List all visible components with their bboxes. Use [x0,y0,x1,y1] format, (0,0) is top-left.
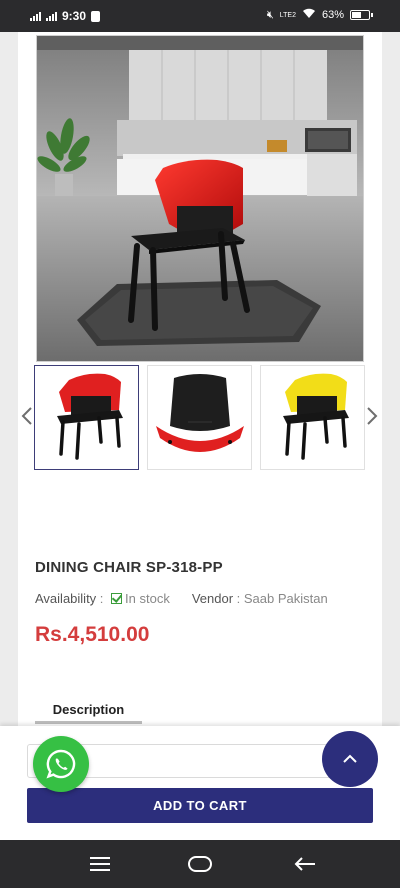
battery-icon [350,10,373,20]
scroll-to-top-button[interactable] [322,731,378,787]
whatsapp-icon [46,749,76,779]
status-time: 9:30 [62,9,87,23]
availability-separator: : [96,591,108,606]
whatsapp-button[interactable] [33,736,89,792]
product-info: DINING CHAIR SP-318-PP Availability : In… [18,32,382,732]
signal-icon-2 [46,11,57,21]
product-title: DINING CHAIR SP-318-PP [35,559,223,576]
vendor-label: Vendor [191,591,234,606]
add-to-cart-button[interactable]: ADD TO CART [27,788,373,823]
tab-description[interactable]: Description [35,702,142,724]
battery-percent: 63% [321,9,344,21]
status-bar: 9:30 🔇︎ LTE2 63% [0,0,400,32]
signal-icon [30,11,41,21]
check-icon [111,593,123,604]
vendor-value[interactable]: Saab Pakistan [244,591,328,606]
notification-icon [91,10,101,22]
network-label: LTE2 [279,11,296,19]
home-icon[interactable] [185,852,215,876]
back-icon[interactable] [290,852,320,876]
product-price: Rs.4,510.00 [35,623,150,646]
wifi-icon [302,8,316,22]
availability-row: Availability : In stock Vendor : Saab Pa… [35,591,328,606]
vendor-separator: : [233,591,244,606]
status-left: 9:30 [30,9,101,23]
battery-fill [352,12,362,18]
status-right: 🔇︎ LTE2 63% [266,8,373,22]
availability-label: Availability [35,591,97,606]
availability-value: In stock [125,591,170,606]
mute-icon: 🔇︎ [266,8,274,21]
chevron-up-icon [343,754,357,763]
system-nav-bar [0,840,400,888]
menu-icon[interactable] [85,852,115,876]
